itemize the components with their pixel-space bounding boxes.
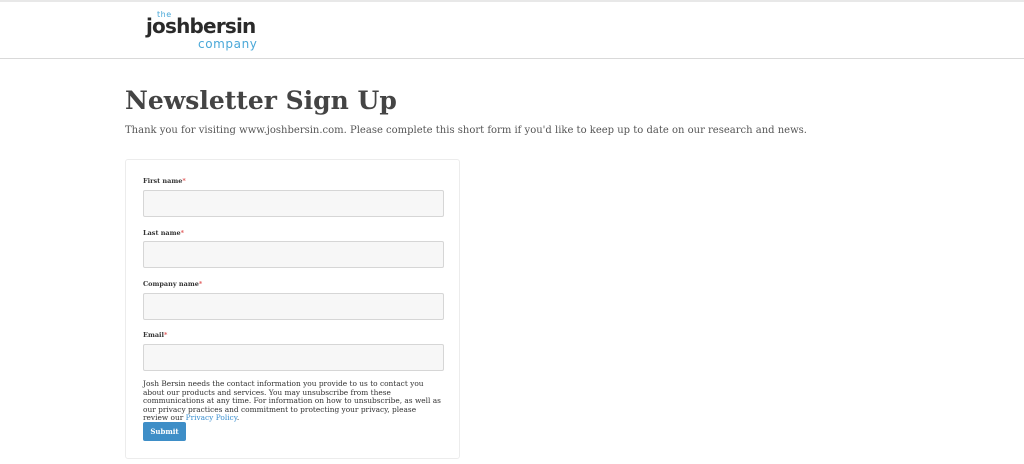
company-name-label: Company name* — [143, 280, 203, 288]
required-mark: * — [182, 177, 186, 185]
page-title: Newsletter Sign Up — [125, 86, 397, 115]
logo-main-text: joshbersin — [146, 14, 256, 38]
required-mark: * — [180, 229, 185, 237]
signup-form: First name* Last name* Company name* Ema… — [125, 159, 460, 459]
required-mark: * — [163, 331, 168, 339]
logo-company-text: company — [198, 37, 258, 51]
required-mark: * — [198, 280, 203, 288]
privacy-policy-link[interactable]: Privacy Policy — [186, 413, 237, 423]
first-name-label: First name* — [143, 177, 186, 185]
privacy-disclaimer: Josh Bersin needs the contact informatio… — [143, 379, 441, 423]
email-input[interactable] — [143, 344, 444, 371]
submit-button[interactable]: Submit — [143, 422, 186, 441]
last-name-input[interactable] — [143, 241, 444, 268]
site-header: the joshbersin company — [0, 2, 1024, 59]
email-label: Email* — [143, 331, 168, 339]
last-name-label: Last name* — [143, 229, 185, 237]
intro-text: Thank you for visiting www.joshbersin.co… — [125, 125, 807, 136]
first-name-input[interactable] — [143, 190, 444, 217]
company-logo[interactable]: the joshbersin company — [146, 10, 258, 54]
company-name-input[interactable] — [143, 293, 444, 320]
